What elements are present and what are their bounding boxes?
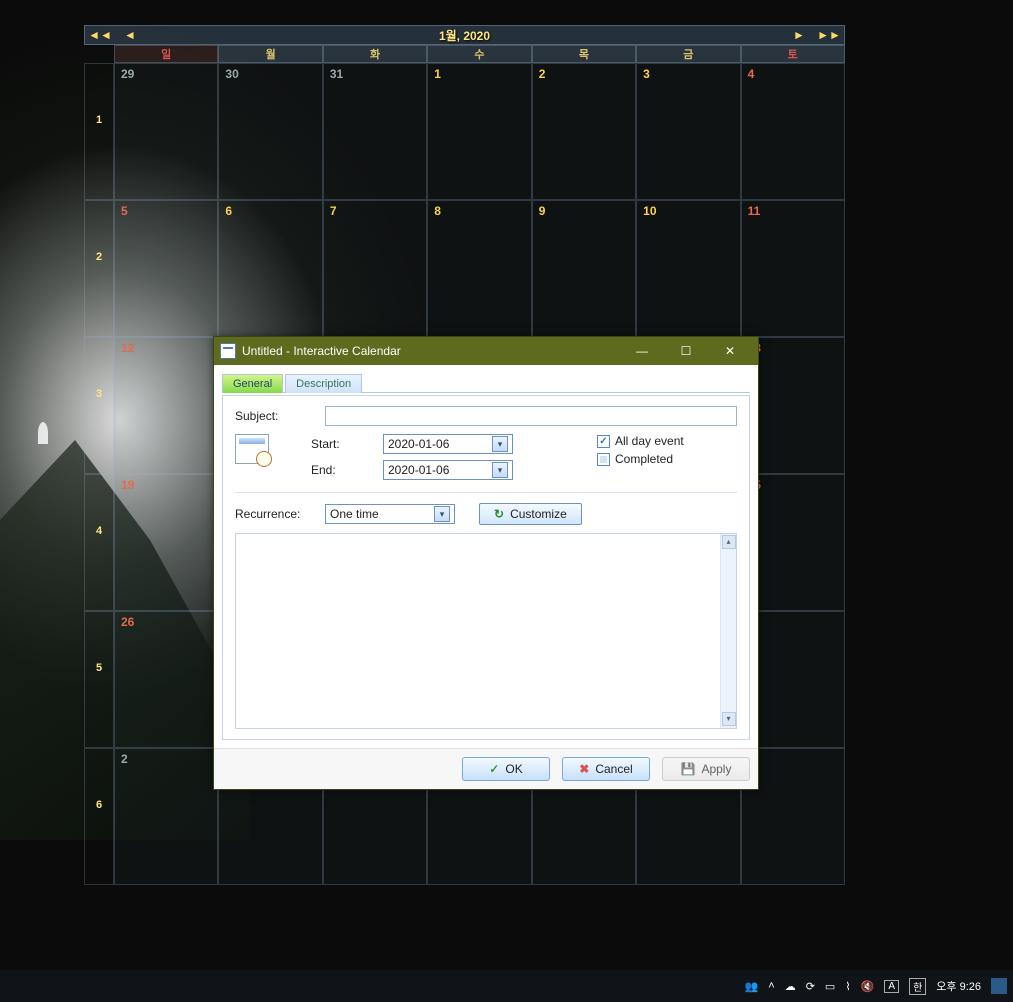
maximize-button[interactable]: ☐ <box>664 337 708 365</box>
subject-input[interactable] <box>325 406 737 426</box>
cancel-button[interactable]: ✖ Cancel <box>562 757 650 781</box>
dropdown-icon[interactable]: ▾ <box>434 506 450 522</box>
cal-day-cell[interactable]: 4 <box>741 63 845 200</box>
end-label: End: <box>311 463 383 477</box>
customize-button[interactable]: ↻ Customize <box>479 503 582 525</box>
cal-dayname: 화 <box>323 45 427 63</box>
cal-day-cell[interactable]: 8 <box>427 200 531 337</box>
recurrence-select[interactable]: One time ▾ <box>325 504 455 524</box>
scrollbar[interactable]: ▴ ▾ <box>720 534 736 728</box>
allday-checkbox[interactable] <box>597 435 610 448</box>
dialog-titlebar[interactable]: Untitled - Interactive Calendar — ☐ ✕ <box>214 337 758 365</box>
cal-week-number: 3 <box>84 337 114 474</box>
save-icon: 💾 <box>681 762 696 776</box>
ime-mode[interactable]: 한 <box>909 978 926 995</box>
apply-button[interactable]: 💾 Apply <box>662 757 750 781</box>
cal-next-button[interactable]: ► <box>784 28 814 42</box>
end-date-input[interactable]: 2020-01-06 ▾ <box>383 460 513 480</box>
recurrence-label: Recurrence: <box>235 507 325 521</box>
tray-people-icon[interactable]: 👥 <box>745 980 759 993</box>
cal-day-cell[interactable]: 9 <box>532 200 636 337</box>
x-icon: ✖ <box>579 762 589 776</box>
cal-day-cell[interactable]: 26 <box>114 611 218 748</box>
cal-week-number: 4 <box>84 474 114 611</box>
tray-chevron-up-icon[interactable]: ˄ <box>768 980 774 992</box>
cal-week-number: 5 <box>84 611 114 748</box>
cal-next-fast-button[interactable]: ►► <box>814 28 844 42</box>
cal-day-cell[interactable]: 7 <box>323 200 427 337</box>
cal-prev-fast-button[interactable]: ◄◄ <box>85 28 115 42</box>
cal-dayname: 금 <box>636 45 740 63</box>
refresh-icon: ↻ <box>494 507 504 521</box>
dropdown-icon[interactable]: ▾ <box>492 462 508 478</box>
cal-day-cell[interactable]: 1 <box>427 63 531 200</box>
cal-week-number: 2 <box>84 200 114 337</box>
calendar-icon <box>235 434 269 464</box>
dropdown-icon[interactable]: ▾ <box>492 436 508 452</box>
ime-lang[interactable]: A <box>884 980 899 993</box>
cal-week-number: 6 <box>84 748 114 885</box>
cal-dayname: 토 <box>741 45 845 63</box>
notification-icon[interactable] <box>991 978 1007 994</box>
app-icon <box>220 343 236 359</box>
tray-volume-icon[interactable]: 🔇 <box>861 980 875 993</box>
cal-day-cell[interactable]: 12 <box>114 337 218 474</box>
cal-dayname: 일 <box>114 45 218 63</box>
tab-description[interactable]: Description <box>285 374 362 393</box>
cal-day-cell[interactable]: 11 <box>741 200 845 337</box>
cal-day-cell[interactable]: 3 <box>636 63 740 200</box>
cal-day-cell[interactable]: 29 <box>114 63 218 200</box>
cal-day-cell[interactable]: 10 <box>636 200 740 337</box>
ok-button[interactable]: ✓ OK <box>462 757 550 781</box>
start-label: Start: <box>311 437 383 451</box>
tray-sync-icon[interactable]: ⟳ <box>806 980 815 993</box>
cal-title: 1월, 2020 <box>145 27 784 44</box>
subject-label: Subject: <box>235 409 325 423</box>
cal-dayname: 목 <box>532 45 636 63</box>
cal-day-cell[interactable]: 2 <box>532 63 636 200</box>
minimize-button[interactable]: — <box>620 337 664 365</box>
event-dialog: Untitled - Interactive Calendar — ☐ ✕ Ge… <box>213 336 759 790</box>
start-date-input[interactable]: 2020-01-06 ▾ <box>383 434 513 454</box>
recurrence-list[interactable]: ▴ ▾ <box>235 533 737 729</box>
tab-general[interactable]: General <box>222 374 283 393</box>
tray-cloud-icon[interactable]: ☁ <box>785 980 796 993</box>
completed-checkbox[interactable] <box>597 453 610 466</box>
completed-label: Completed <box>615 452 673 466</box>
cal-day-cell[interactable]: 6 <box>218 200 322 337</box>
scroll-down-icon[interactable]: ▾ <box>722 712 736 726</box>
cal-dayname: 월 <box>218 45 322 63</box>
cal-day-cell[interactable]: 30 <box>218 63 322 200</box>
cal-prev-button[interactable]: ◄ <box>115 28 145 42</box>
scroll-up-icon[interactable]: ▴ <box>722 535 736 549</box>
tray-wifi-icon[interactable]: ⌇ <box>845 980 850 993</box>
tray-battery-icon[interactable]: ▭ <box>825 980 835 993</box>
taskbar-clock[interactable]: 오후 9:26 <box>936 978 981 994</box>
cal-week-number: 1 <box>84 63 114 200</box>
check-icon: ✓ <box>489 762 499 776</box>
close-button[interactable]: ✕ <box>708 337 752 365</box>
cal-day-cell[interactable]: 5 <box>114 200 218 337</box>
dialog-title: Untitled - Interactive Calendar <box>242 344 401 358</box>
allday-label: All day event <box>615 434 684 448</box>
cal-day-cell[interactable]: 2 <box>114 748 218 885</box>
cal-day-cell[interactable]: 31 <box>323 63 427 200</box>
cal-dayname: 수 <box>427 45 531 63</box>
cal-day-cell[interactable]: 19 <box>114 474 218 611</box>
taskbar: 👥 ˄ ☁ ⟳ ▭ ⌇ 🔇 A 한 오후 9:26 <box>0 970 1013 1002</box>
